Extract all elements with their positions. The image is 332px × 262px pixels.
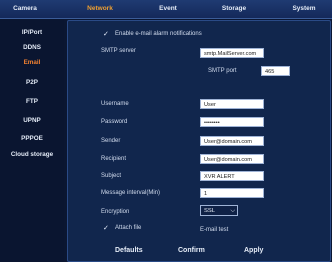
sidebar-item-pppoe[interactable]: PPPOE	[0, 133, 64, 145]
subject-label: Subject	[101, 173, 122, 179]
email-panel: ✓ Enable e-mail alarm notifications SMTP…	[67, 20, 331, 262]
message-interval-input[interactable]: 1	[200, 188, 264, 198]
message-interval-label: Message interval(Min)	[101, 190, 161, 196]
email-test-button[interactable]: E-mail test	[200, 227, 228, 233]
tab-storage[interactable]: Storage	[215, 0, 253, 18]
tab-camera[interactable]: Camera	[6, 0, 44, 18]
defaults-button[interactable]: Defaults	[115, 247, 143, 254]
network-email-settings: Camera Network Event Storage System IP/P…	[0, 0, 332, 262]
smtp-server-label: SMTP server	[101, 48, 136, 54]
recipient-input[interactable]: User@domain.com	[200, 154, 264, 164]
password-input[interactable]: ••••••••	[200, 117, 264, 127]
sidebar-item-ddns[interactable]: DDNS	[0, 42, 64, 54]
username-input[interactable]: User	[200, 99, 264, 109]
sender-label: Sender	[101, 138, 121, 144]
smtp-port-label: SMTP port	[208, 68, 237, 74]
enable-email-label: Enable e-mail alarm notifications	[115, 31, 202, 37]
password-label: Password	[101, 119, 128, 125]
chevron-down-icon: ⌵	[230, 208, 235, 214]
tab-network[interactable]: Network	[78, 0, 122, 18]
smtp-port-input[interactable]: 465	[261, 66, 290, 76]
encryption-label: Encryption	[101, 209, 130, 215]
sidebar-item-upnp[interactable]: UPNP	[0, 115, 64, 127]
sender-input[interactable]: User@domain.com	[200, 136, 264, 146]
encryption-value: SSL	[204, 208, 215, 214]
tab-system[interactable]: System	[286, 0, 322, 18]
subject-input[interactable]: XVR ALERT	[200, 171, 264, 181]
username-label: Username	[101, 101, 129, 107]
tab-event[interactable]: Event	[152, 0, 184, 18]
sidebar: IP/Port DDNS Email P2P FTP UPNP PPPOE Cl…	[0, 19, 64, 262]
sidebar-item-cloud-storage[interactable]: Cloud storage	[0, 149, 64, 161]
sidebar-item-p2p[interactable]: P2P	[0, 77, 64, 89]
confirm-button[interactable]: Confirm	[178, 247, 205, 254]
attach-file-checkbox[interactable]: ✓	[103, 224, 109, 232]
top-nav: Camera Network Event Storage System	[0, 0, 332, 19]
sidebar-item-ftp[interactable]: FTP	[0, 96, 64, 108]
sidebar-item-email[interactable]: Email	[0, 57, 64, 69]
apply-button[interactable]: Apply	[244, 247, 263, 254]
smtp-server-input[interactable]: smtp.MailServer.com	[200, 48, 264, 58]
enable-checkbox[interactable]: ✓	[103, 30, 109, 38]
encryption-select[interactable]: SSL ⌵	[200, 205, 238, 216]
sidebar-item-ipport[interactable]: IP/Port	[0, 27, 64, 39]
recipient-label: Recipient	[101, 156, 127, 162]
attach-file-label: Attach file	[115, 225, 142, 231]
